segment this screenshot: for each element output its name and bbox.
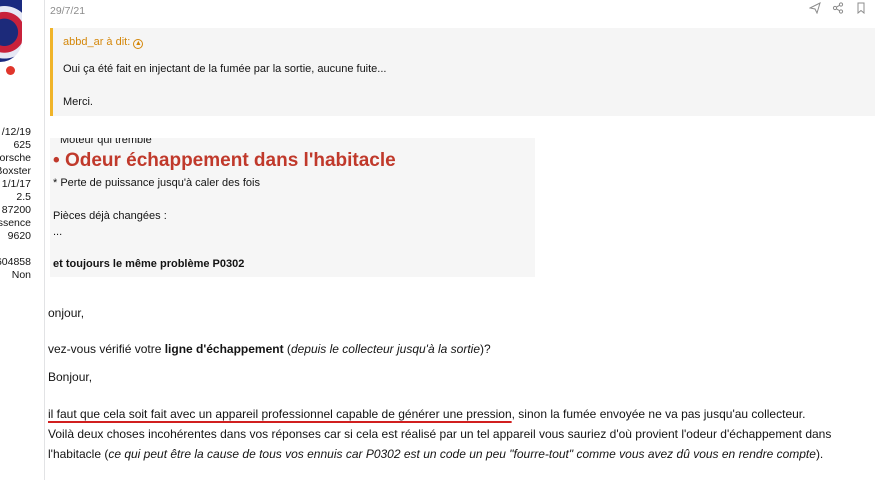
arrow-up-icon[interactable]: ▲ xyxy=(133,39,144,49)
quote-block: abbd_ar à dit: ▲ Oui ça été fait en injec… xyxy=(50,28,875,116)
send-icon[interactable] xyxy=(808,2,821,17)
underlined-text: il faut que cela soit fait avec un appar… xyxy=(48,407,512,421)
avatar[interactable] xyxy=(0,0,22,62)
stat-value: 1/1/17 xyxy=(1,178,31,190)
stat-value: orsche xyxy=(0,152,31,164)
embed-text: et toujours le même problème P0302 xyxy=(53,258,245,270)
quote-author-text[interactable]: abbd_ar à dit: xyxy=(63,36,130,48)
quote-text: Oui ça été fait en injectant de la fumée… xyxy=(63,63,387,75)
stat-value: Non xyxy=(11,269,31,281)
share-icon[interactable] xyxy=(832,2,844,17)
quote-text: Merci. xyxy=(63,96,93,108)
post-body: 29/7/21 abbd_ar à dit: ▲ Oui ça été fait … xyxy=(44,0,875,480)
embed-title: • Odeur échappement dans l'habitacle xyxy=(53,150,396,172)
text: vez-vous vérifié votre xyxy=(48,342,165,356)
stat-value: ssence xyxy=(0,217,31,229)
embed-title-text: Odeur échappement dans l'habitacle xyxy=(64,150,396,171)
stat-value: 87200 xyxy=(1,204,31,216)
stat-value: /12/19 xyxy=(1,126,31,138)
stat-value: 625 xyxy=(13,139,31,151)
italic-text: ce qui peut être la cause de tous vos en… xyxy=(108,447,816,461)
text: ( xyxy=(283,342,291,356)
text: , sinon la fumée envoyée ne va pas jusqu… xyxy=(511,407,806,421)
paragraph: il faut que cela soit fait avec un appar… xyxy=(48,404,875,464)
post-header: 29/7/21 xyxy=(45,0,875,20)
paragraph: vez-vous vérifié votre ligne d'échappeme… xyxy=(48,342,491,356)
bold-text: ligne d'échappement xyxy=(164,342,284,356)
online-indicator xyxy=(6,66,15,75)
bullet: • xyxy=(53,150,60,171)
user-stats: /12/19 625 orsche Boxster 1/1/17 2.5 872… xyxy=(0,126,31,282)
stat-value: Boxster xyxy=(0,165,31,177)
embed-text: * Perte de puissance jusqu'à caler des f… xyxy=(53,177,260,189)
embed-text: Pièces déjà changées : xyxy=(53,210,167,222)
italic-text: depuis le collecteur jusqu'à la sortie xyxy=(290,342,481,356)
embedded-image: Moteur qui tremble • Odeur échappement d… xyxy=(50,138,535,277)
paragraph: Bonjour, xyxy=(48,370,93,384)
stat-value: 2.5 xyxy=(16,191,31,203)
user-sidebar: /12/19 625 orsche Boxster 1/1/17 2.5 872… xyxy=(0,0,44,480)
bookmark-icon[interactable] xyxy=(855,2,867,17)
text: )? xyxy=(480,342,491,356)
quote-author[interactable]: abbd_ar à dit: ▲ xyxy=(63,36,144,49)
stat-value: 9620 xyxy=(7,230,31,242)
embed-text: Moteur qui tremble xyxy=(60,138,152,146)
post-date[interactable]: 29/7/21 xyxy=(50,5,85,17)
stat-value: 604858 xyxy=(0,256,31,268)
text: ). xyxy=(815,447,824,461)
embed-text: ... xyxy=(53,226,63,238)
paragraph: onjour, xyxy=(48,306,85,320)
